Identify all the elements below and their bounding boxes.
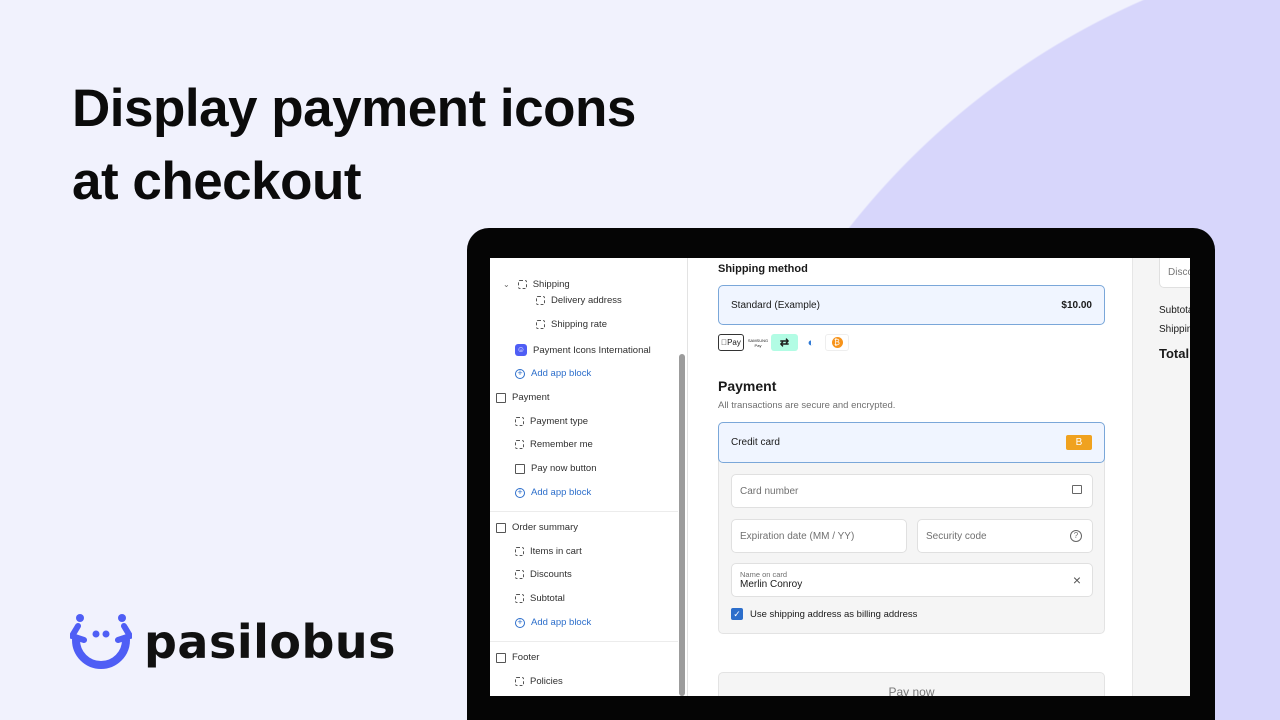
samsung-pay-icon: SAMSUNG Pay: [747, 337, 769, 348]
clear-icon[interactable]: ×: [1073, 572, 1081, 588]
sidebar-item-delivery-address[interactable]: Delivery address: [536, 295, 622, 306]
billing-checkbox-row[interactable]: ✓ Use shipping address as billing addres…: [731, 608, 917, 620]
apple-pay-icon: Pay: [718, 334, 744, 351]
headline-line-2: at checkout: [72, 152, 362, 211]
headline-line-1: Display payment icons: [72, 79, 636, 138]
dashed-square-icon: [515, 677, 524, 686]
dashed-square-icon: [515, 547, 524, 556]
name-on-card-input[interactable]: Name on card Merlin Conroy ×: [731, 563, 1093, 597]
checkbox-checked[interactable]: ✓: [731, 608, 743, 620]
sidebar-item-order-summary[interactable]: Order summary: [496, 522, 578, 533]
checkout-preview: Shipping method Standard (Example) $10.0…: [688, 258, 1132, 696]
billing-checkbox-label: Use shipping address as billing address: [750, 608, 918, 620]
dashed-square-icon: [515, 417, 524, 426]
dashed-square-icon: [515, 570, 524, 579]
name-on-card-label: Name on card: [740, 570, 788, 579]
dashed-square-icon: [536, 296, 545, 305]
sidebar-item-label: Discounts: [530, 569, 572, 580]
sidebar-item-items-in-cart[interactable]: Items in cart: [515, 546, 582, 557]
sections-sidebar: ⌄ Shipping Delivery address Shipping rate ☺ P…: [490, 258, 688, 696]
dashed-square-icon: [536, 320, 545, 329]
sidebar-item-label: Delivery address: [551, 295, 622, 306]
sidebar-item-label: Subtotal: [530, 593, 565, 604]
sidebar-item-label: Payment type: [530, 416, 589, 427]
divider: [490, 641, 678, 642]
sidebar-item-label: Order summary: [512, 522, 578, 533]
dashed-square-icon: [515, 440, 524, 449]
sidebar-item-label: Policies: [530, 676, 563, 687]
cash-icon: [496, 392, 506, 403]
expiration-input[interactable]: Expiration date (MM / YY): [731, 519, 907, 553]
dashed-square-icon: [515, 594, 524, 603]
lock-icon: [1072, 485, 1082, 494]
sidebar-item-label: Add app block: [531, 617, 592, 628]
sidebar-item-label: Payment: [512, 392, 550, 403]
security-code-input[interactable]: Security code?: [917, 519, 1093, 553]
footer-icon: [496, 652, 506, 663]
subtotal-label: Subtota: [1159, 305, 1190, 316]
sidebar-item-label: Add app block: [531, 487, 592, 498]
sidebar-item-add-app-block[interactable]: + Add app block: [515, 617, 591, 628]
shipping-label: Shippin: [1159, 324, 1190, 335]
sidebar-item-footer[interactable]: Footer: [496, 652, 539, 663]
bitcoin-icon: ₿: [825, 334, 849, 351]
brand-logo: pasilobus: [70, 612, 396, 672]
name-on-card-value: Merlin Conroy: [740, 579, 803, 590]
plus-circle-icon: +: [515, 617, 525, 628]
pasilobus-logo-icon: [70, 614, 132, 669]
plus-circle-icon: +: [515, 487, 525, 498]
sidebar-item-add-app-block[interactable]: + Add app block: [515, 368, 591, 379]
sidebar-scrollbar[interactable]: [679, 354, 685, 696]
plus-circle-icon: +: [515, 368, 525, 379]
sidebar-item-label: Pay now button: [531, 463, 597, 474]
sidebar-item-label: Shipping: [532, 279, 570, 290]
sidebar-item-discounts[interactable]: Discounts: [515, 569, 572, 580]
sidebar-item-subtotal[interactable]: Subtotal: [515, 593, 565, 604]
payment-heading: Payment: [718, 378, 777, 394]
payment-subtitle: All transactions are secure and encrypte…: [718, 400, 896, 411]
sidebar-item-remember-me[interactable]: Remember me: [515, 439, 593, 450]
sidebar-item-label: Remember me: [530, 439, 593, 450]
headline: Display payment icons at checkout: [72, 72, 636, 218]
sidebar-item-shipping[interactable]: ⌄ Shipping: [503, 279, 570, 290]
credit-card-option[interactable]: Credit card B: [718, 422, 1105, 463]
sidebar-item-policies[interactable]: Policies: [515, 676, 563, 687]
sidebar-item-label: Items in cart: [530, 546, 582, 557]
app-icon: ☺: [515, 344, 527, 356]
checkout-editor-screen: ⌄ Shipping Delivery address Shipping rate ☺ P…: [490, 258, 1190, 696]
shipping-price: $10.00: [1061, 299, 1092, 311]
sidebar-item-label: Footer: [512, 652, 540, 663]
sidebar-item-pay-now-button[interactable]: Pay now button: [515, 463, 597, 474]
shipping-method-heading: Shipping method: [718, 263, 808, 275]
receipt-icon: [496, 522, 506, 533]
sidebar-item-label: Add app block: [531, 368, 592, 379]
total-label: Total: [1159, 346, 1190, 361]
shipping-option[interactable]: Standard (Example) $10.00: [718, 285, 1105, 325]
brand-name: pasilobus: [144, 615, 397, 669]
cursor-button-icon: [515, 463, 525, 474]
help-icon[interactable]: ?: [1070, 530, 1082, 542]
credit-card-label: Credit card: [731, 437, 780, 448]
sidebar-item-payment-icons-international[interactable]: ☺ Payment Icons International: [515, 344, 651, 356]
pay-now-button[interactable]: Pay now: [718, 672, 1105, 696]
sidebar-item-add-app-block[interactable]: + Add app block: [515, 487, 591, 498]
sidebar-item-label: Shipping rate: [551, 319, 607, 330]
sidebar-item-payment[interactable]: Payment: [496, 392, 550, 403]
order-summary-panel: Disco Subtota Shippin Total: [1132, 258, 1190, 696]
discount-input[interactable]: Disco: [1159, 258, 1190, 288]
shipping-option-label: Standard (Example): [731, 299, 820, 311]
dashed-square-icon: [517, 280, 527, 289]
afterpay-icon: ⇄: [771, 334, 798, 351]
divider: [490, 511, 678, 512]
chevron-down-icon[interactable]: ⌄: [503, 280, 510, 289]
sidebar-item-payment-type[interactable]: Payment type: [515, 416, 588, 427]
card-brand-badge: B: [1066, 435, 1092, 450]
card-number-input[interactable]: Card number: [731, 474, 1093, 508]
diners-club-icon: ◐: [807, 336, 815, 349]
sidebar-item-shipping-rate[interactable]: Shipping rate: [536, 319, 607, 330]
sidebar-item-label: Payment Icons International: [533, 344, 651, 356]
